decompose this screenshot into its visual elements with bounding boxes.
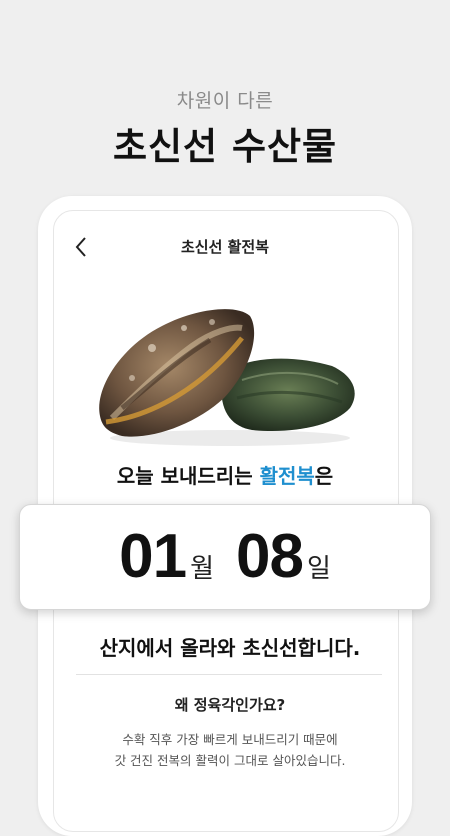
today-suffix: 은 (314, 464, 334, 488)
today-heading: 오늘 보내드리는 활전복은 (0, 460, 450, 489)
faq-answer-line1: 수확 직후 가장 빠르게 보내드리기 때문에 (122, 732, 338, 747)
month-unit: 월 (190, 553, 214, 584)
origin-text: 산지에서 올라와 초신선합니다. (99, 636, 361, 660)
hero-headline: 초신선 수산물 (112, 125, 338, 168)
today-prefix: 오늘 보내드리는 (116, 464, 260, 488)
back-button[interactable] (70, 234, 94, 260)
chevron-left-icon (75, 237, 86, 257)
screen-title: 초신선 활전복 (180, 238, 270, 256)
hero-subtitle: 차원이 다른 (176, 90, 274, 112)
divider (76, 674, 382, 675)
date-card: 01 월 08 일 (19, 504, 431, 610)
month-value: 01 (119, 522, 187, 591)
today-highlight: 활전복 (259, 464, 315, 488)
faq-answer-line2: 갓 건진 전복의 활력이 그대로 살아있습니다. (114, 753, 346, 768)
day-unit: 일 (306, 553, 331, 584)
abalone-image (99, 309, 355, 446)
faq-question: 왜 정육각인가요? (174, 696, 286, 714)
faq-answer: 수확 직후 가장 빠르게 보내드리기 때문에 갓 건진 전복의 활력이 그대로 … (0, 729, 450, 771)
day-value: 08 (236, 522, 304, 591)
